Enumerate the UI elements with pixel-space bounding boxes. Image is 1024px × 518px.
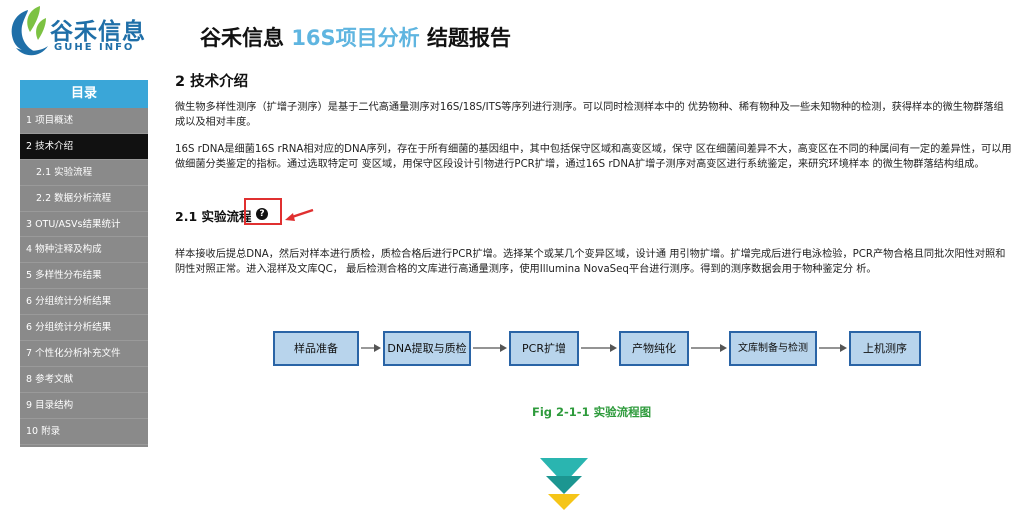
- toc-item[interactable]: 2.1 实验流程: [20, 160, 148, 186]
- report-title-prefix: 谷禾信息: [200, 26, 284, 50]
- toc-item[interactable]: 3 OTU/ASVs结果统计: [20, 212, 148, 238]
- flow-step-box: 产物纯化: [619, 331, 689, 366]
- toc-header: 目录: [20, 80, 148, 108]
- toc-item[interactable]: 4 物种注释及构成: [20, 237, 148, 264]
- toc-item[interactable]: 5 多样性分布结果: [20, 263, 148, 290]
- 16s-paragraph: 16S rDNA是细菌16S rRNA相对应的DNA序列，存在于所有细菌的基因组…: [175, 144, 1012, 170]
- report-title: 谷禾信息 16S项目分析 结题报告: [200, 22, 511, 52]
- double-chevron-down-icon[interactable]: [538, 456, 590, 512]
- flow-step-box: DNA提取与质检: [383, 331, 471, 366]
- brand-logo[interactable]: 谷禾信息 GUHE INFO: [6, 4, 156, 60]
- brand-name-cn: 谷禾信息: [50, 19, 146, 45]
- report-title-highlight: 16S项目分析: [291, 26, 420, 50]
- red-pointer-arrow-icon: [285, 208, 314, 221]
- toc-sidebar: 目录 1 项目概述 2 技术介绍 2.1 实验流程 2.2 数据分析流程 3 OTU/A…: [20, 80, 148, 447]
- brand-name-en: GUHE INFO: [54, 42, 135, 53]
- toc-item[interactable]: 2 技术介绍: [20, 133, 148, 160]
- toc-item[interactable]: 10 附录: [20, 419, 148, 445]
- toc-item[interactable]: 7 个性化分析补充文件: [20, 341, 148, 367]
- report-page: 谷禾信息 GUHE INFO 谷禾信息 16S项目分析 结题报告 目录 1 项目…: [0, 0, 1024, 518]
- section-heading: 2 技术介绍: [175, 74, 249, 90]
- workflow-paragraph: 样本接收后提总DNA，然后对样本进行质检，质检合格后进行PCR扩增。选择某个或某…: [175, 249, 1006, 275]
- toc-item[interactable]: 6 分组统计分析结果: [20, 289, 148, 316]
- flow-arrow-head: [500, 344, 507, 352]
- toc-item[interactable]: 8 参考文献: [20, 367, 148, 393]
- toc-item[interactable]: 9 目录结构: [20, 393, 148, 419]
- intro-paragraph: 微生物多样性测序（扩增子测序）是基于二代高通量测序对16S/18S/ITS等序列…: [175, 102, 1004, 128]
- help-highlight-box: [244, 198, 282, 225]
- flow-arrow-head: [720, 344, 727, 352]
- flow-arrow-head: [374, 344, 381, 352]
- figure-caption: Fig 2-1-1 实验流程图: [532, 405, 652, 419]
- flow-arrows: [361, 344, 847, 352]
- toc-item[interactable]: 2.2 数据分析流程: [20, 186, 148, 212]
- flow-step-box: 样品准备: [273, 331, 359, 366]
- flow-step-box: 文库制备与检测: [729, 331, 817, 366]
- flow-step-box: 上机测序: [849, 331, 921, 366]
- leaf-logo-icon: [11, 6, 48, 56]
- flow-step-box: PCR扩增: [509, 331, 579, 366]
- subsection-heading: 2.1 实验流程: [175, 209, 252, 224]
- toc-list: 1 项目概述 2 技术介绍 2.1 实验流程 2.2 数据分析流程 3 OTU/ASVs…: [20, 108, 148, 445]
- report-title-suffix: 结题报告: [426, 26, 511, 50]
- workflow-diagram: 样品准备 DNA提取与质检 PCR扩增 产物纯化 文库制备与检测 上机测序: [263, 300, 941, 385]
- toc-item[interactable]: 6 分组统计分析结果: [20, 315, 148, 342]
- flow-arrow-head: [610, 344, 617, 352]
- flow-arrow-head: [840, 344, 847, 352]
- toc-item[interactable]: 1 项目概述: [20, 108, 148, 134]
